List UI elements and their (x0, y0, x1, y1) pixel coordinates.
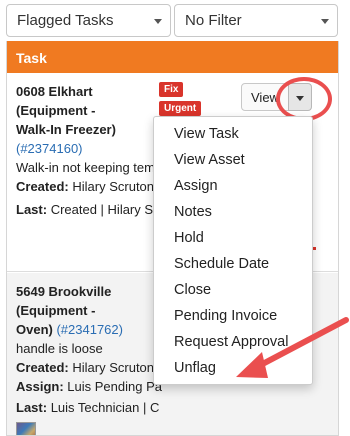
chevron-down-icon (321, 19, 329, 24)
filter-bar: Flagged Tasks No Filter (0, 0, 350, 41)
menu-item-schedule-date[interactable]: Schedule Date (154, 251, 312, 277)
task-last: Last: Luis Technician | C (16, 398, 338, 417)
assign-value: Luis Pending Pa (67, 379, 162, 394)
urgent-badge: Urgent (159, 101, 202, 116)
created-label: Created: (16, 179, 69, 194)
task-id-link[interactable]: (#2374160) (16, 141, 83, 156)
menu-item-view-task[interactable]: View Task (154, 121, 312, 147)
task-column-header: Task (16, 50, 47, 66)
fix-badge: Fix (159, 82, 184, 97)
task-id-link[interactable]: (#2341762) (56, 322, 123, 337)
view-button-label: View (251, 90, 279, 105)
menu-item-close[interactable]: Close (154, 277, 312, 303)
last-value: Luis Technician | C (50, 400, 160, 415)
menu-item-pending-invoice[interactable]: Pending Invoice (154, 303, 312, 329)
attachment-thumbnail[interactable] (16, 422, 36, 435)
menu-item-notes[interactable]: Notes (154, 199, 312, 225)
created-value: Hilary Scruton (72, 360, 155, 375)
created-label: Created: (16, 360, 69, 375)
task-title-line: Oven) (16, 322, 53, 337)
menu-item-view-asset[interactable]: View Asset (154, 147, 312, 173)
last-label: Last: (16, 400, 48, 415)
assign-label: Assign: (16, 379, 64, 394)
actions-dropdown-menu: View Task View Asset Assign Notes Hold S… (153, 116, 313, 385)
table-header: Task (7, 41, 338, 73)
menu-item-unflag[interactable]: Unflag (154, 355, 312, 381)
last-label: Last: (16, 202, 48, 217)
task-filter-select[interactable]: Flagged Tasks (6, 4, 171, 37)
chevron-down-icon (154, 19, 162, 24)
task-filter-value: Flagged Tasks (17, 12, 114, 29)
created-value: Hilary Scruton (72, 179, 155, 194)
last-value: Created | Hilary Sc (50, 202, 160, 217)
menu-item-hold[interactable]: Hold (154, 225, 312, 251)
secondary-filter-value: No Filter (185, 12, 242, 29)
menu-item-request-approval[interactable]: Request Approval (154, 329, 312, 355)
menu-item-assign[interactable]: Assign (154, 173, 312, 199)
secondary-filter-select[interactable]: No Filter (174, 4, 338, 37)
annotation-circle (276, 77, 332, 121)
